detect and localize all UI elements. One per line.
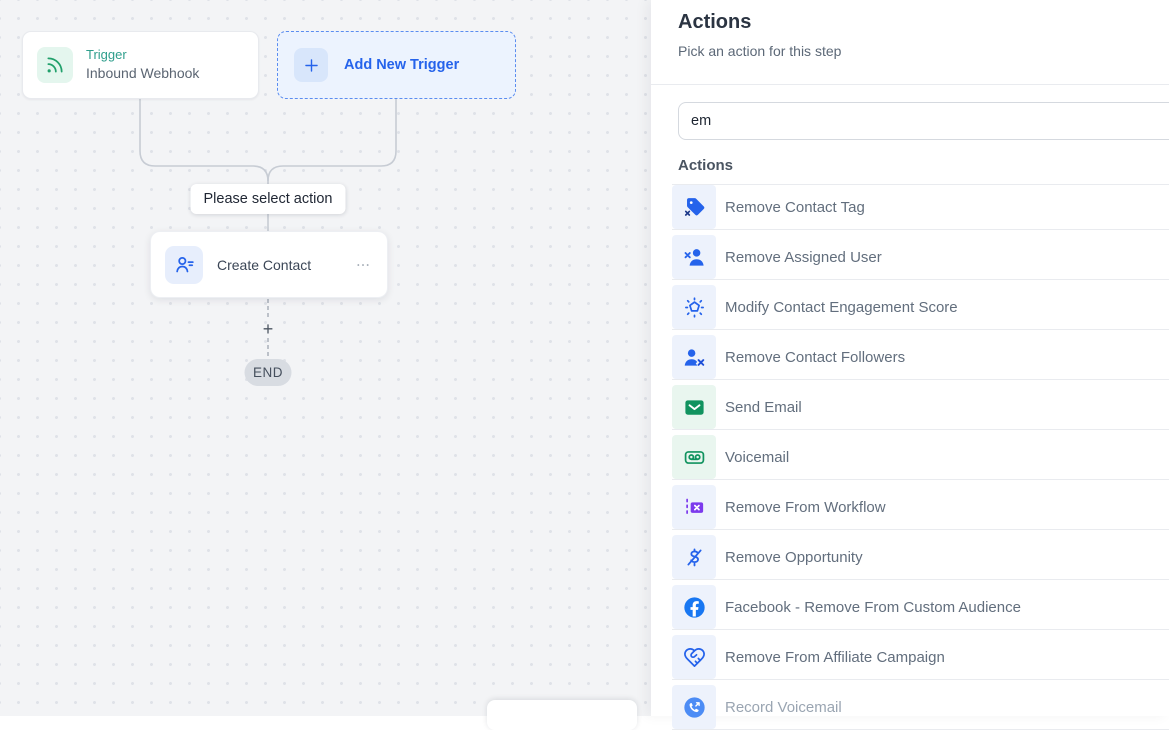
webhook-icon: [37, 47, 73, 83]
trigger-name-label: Inbound Webhook: [86, 65, 199, 81]
action-label: Send Email: [725, 399, 802, 416]
panel-title: Actions: [678, 9, 1169, 35]
action-label: Remove Contact Followers: [725, 349, 905, 366]
email-icon: [672, 385, 716, 429]
node-menu-ellipsis-icon[interactable]: [353, 255, 373, 275]
action-label: Facebook - Remove From Custom Audience: [725, 599, 1021, 616]
tag-remove-icon: [672, 185, 716, 229]
action-label: Remove From Affiliate Campaign: [725, 649, 945, 666]
select-action-hint: Please select action: [191, 184, 346, 214]
action-label: Modify Contact Engagement Score: [725, 299, 958, 316]
add-step-button[interactable]: +: [263, 320, 274, 338]
workflow-remove-icon: [672, 485, 716, 529]
add-new-trigger-label: Add New Trigger: [344, 57, 459, 73]
actions-section-header: Actions: [678, 157, 1169, 174]
user-edit-icon: [165, 246, 203, 284]
trigger-node[interactable]: Trigger Inbound Webhook: [22, 31, 259, 99]
action-label: Remove From Workflow: [725, 499, 886, 516]
follower-remove-icon: [672, 335, 716, 379]
panel-divider: [651, 84, 1169, 85]
action-list-item[interactable]: Remove Opportunity: [672, 535, 1169, 580]
end-node: END: [245, 359, 292, 386]
action-list-item[interactable]: Remove From Workflow: [672, 485, 1169, 530]
action-list-item[interactable]: Modify Contact Engagement Score: [672, 285, 1169, 330]
action-list-item[interactable]: Send Email: [672, 385, 1169, 430]
trigger-type-label: Trigger: [86, 48, 199, 63]
action-list-item[interactable]: Record Voicemail: [672, 685, 1169, 730]
action-list-item[interactable]: Voicemail: [672, 435, 1169, 480]
action-label: Record Voicemail: [725, 699, 842, 716]
panel-subtitle: Pick an action for this step: [678, 42, 1169, 60]
create-contact-label: Create Contact: [217, 257, 339, 273]
action-label: Voicemail: [725, 449, 789, 466]
affiliate-remove-icon: [672, 635, 716, 679]
action-list-item[interactable]: Facebook - Remove From Custom Audience: [672, 585, 1169, 630]
action-list: Remove Contact Tag Remove Assigned User …: [672, 184, 1169, 730]
canvas-toolbar-partial[interactable]: [487, 700, 637, 730]
action-search-input[interactable]: [678, 102, 1169, 140]
voicemail-icon: [672, 435, 716, 479]
engagement-score-icon: [672, 285, 716, 329]
connector-lines: [0, 0, 651, 716]
workflow-canvas[interactable]: Trigger Inbound Webhook Add New Trigger …: [0, 0, 651, 716]
user-remove-icon: [672, 235, 716, 279]
facebook-icon: [672, 585, 716, 629]
action-label: Remove Contact Tag: [725, 199, 865, 216]
action-label: Remove Assigned User: [725, 249, 882, 266]
actions-panel: Actions Pick an action for this step Act…: [651, 0, 1169, 716]
action-list-item[interactable]: Remove Contact Tag: [672, 185, 1169, 230]
action-list-item[interactable]: Remove Contact Followers: [672, 335, 1169, 380]
action-label: Remove Opportunity: [725, 549, 863, 566]
action-list-item[interactable]: Remove Assigned User: [672, 235, 1169, 280]
create-contact-node[interactable]: Create Contact: [150, 231, 388, 298]
plus-icon: [294, 48, 328, 82]
action-list-item[interactable]: Remove From Affiliate Campaign: [672, 635, 1169, 680]
opportunity-remove-icon: [672, 535, 716, 579]
record-voicemail-icon: [672, 685, 716, 729]
add-new-trigger-button[interactable]: Add New Trigger: [277, 31, 516, 99]
